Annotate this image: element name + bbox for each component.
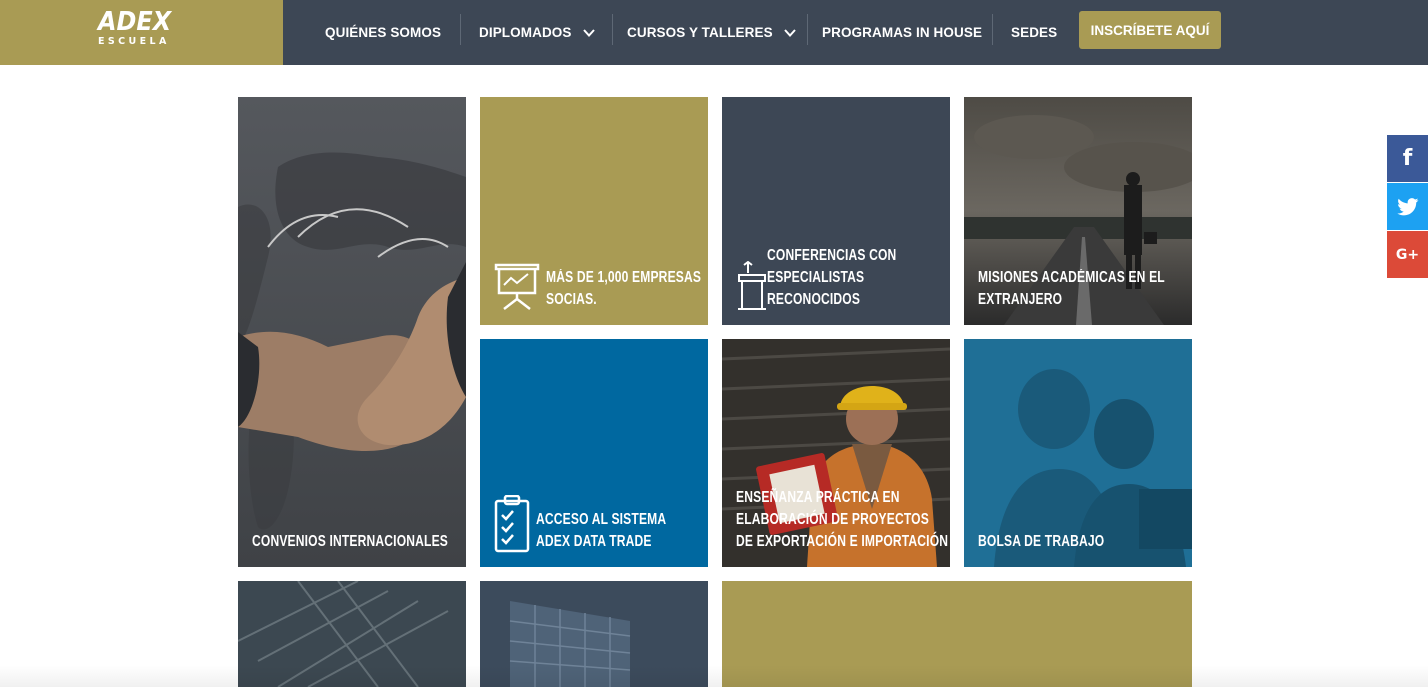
nav-divider <box>992 14 993 45</box>
presentation-board-icon <box>494 263 540 310</box>
nav-item-label: PROGRAMAS IN HOUSE <box>822 25 983 40</box>
facebook-share-button[interactable]: f <box>1387 135 1428 182</box>
tile-label: CONFERENCIAS CON ESPECIALISTAS RECONOCID… <box>767 247 897 308</box>
nav-divider <box>460 14 461 45</box>
tile-label: MÁS DE 1,000 EMPRESAS SOCIAS. <box>546 269 702 308</box>
chevron-down-icon <box>783 28 796 37</box>
nav-divider <box>807 14 808 45</box>
nav-item-label: SEDES <box>1011 25 1058 40</box>
logo-main-text: ADEX <box>98 7 172 37</box>
nav-item-label: QUIÉNES SOMOS <box>325 25 442 40</box>
podium-icon <box>738 261 766 310</box>
tile-building-interior[interactable] <box>238 581 466 687</box>
bottom-shadow <box>0 665 1428 687</box>
glass-building-image <box>238 581 466 687</box>
tile-convenios-internacionales[interactable]: CONVENIOS INTERNACIONALES <box>238 97 466 567</box>
tile-misiones-academicas[interactable]: MISIONES ACADÉMICAS EN EL EXTRANJERO <box>964 97 1192 325</box>
logo-box: ADEX ESCUELA <box>0 0 283 65</box>
twitter-bird-icon <box>1396 197 1418 215</box>
nav-item-diplomados[interactable]: DIPLOMADOS <box>479 0 596 65</box>
tile-label: ENSEÑANZA PRÁCTICA EN ELABORACIÓN DE PRO… <box>736 489 949 550</box>
facebook-icon: f <box>1402 146 1413 171</box>
tile-gold-banner[interactable] <box>722 581 1192 687</box>
chevron-down-icon <box>582 28 595 37</box>
tile-label: MISIONES ACADÉMICAS EN EL EXTRANJERO <box>978 269 1165 308</box>
tile-label: CONVENIOS INTERNACIONALES <box>252 533 449 550</box>
tile-ensenanza-practica[interactable]: ENSEÑANZA PRÁCTICA EN ELABORACIÓN DE PRO… <box>722 339 950 567</box>
inscribete-button[interactable]: INSCRÍBETE AQUÍ <box>1079 11 1221 49</box>
tile-adex-data-trade[interactable]: ACCESO AL SISTEMA ADEX DATA TRADE <box>480 339 708 567</box>
handshake-world-image <box>238 97 466 567</box>
site-header: ADEX ESCUELA QUIÉNES SOMOS DIPLOMADOS CU… <box>0 0 1428 65</box>
nav-item-cursos-talleres[interactable]: CURSOS Y TALLERES <box>627 0 797 65</box>
nav-divider <box>612 14 613 45</box>
googleplus-icon: G+ <box>1395 246 1420 263</box>
nav-item-label: DIPLOMADOS <box>479 25 572 40</box>
twitter-share-button[interactable] <box>1387 183 1428 230</box>
googleplus-share-button[interactable]: G+ <box>1387 231 1428 278</box>
office-building-image <box>480 581 708 687</box>
site-logo[interactable]: ADEX ESCUELA <box>98 7 178 48</box>
tile-label: ACCESO AL SISTEMA ADEX DATA TRADE <box>536 511 666 550</box>
tile-empresas-socias[interactable]: MÁS DE 1,000 EMPRESAS SOCIAS. <box>480 97 708 325</box>
tile-conferencias[interactable]: CONFERENCIAS CON ESPECIALISTAS RECONOCID… <box>722 97 950 325</box>
clipboard-checklist-icon <box>494 495 530 553</box>
tile-label: BOLSA DE TRABAJO <box>978 533 1105 550</box>
tile-bolsa-de-trabajo[interactable]: BOLSA DE TRABAJO <box>964 339 1192 567</box>
tile-building-exterior[interactable] <box>480 581 708 687</box>
nav-item-label: CURSOS Y TALLERES <box>627 25 773 40</box>
logo-sub-text: ESCUELA <box>98 36 170 47</box>
nav-item-quienes-somos[interactable]: QUIÉNES SOMOS <box>325 0 441 65</box>
nav-item-programas-in-house[interactable]: PROGRAMAS IN HOUSE <box>822 0 982 65</box>
nav-item-sedes[interactable]: SEDES <box>1011 0 1057 65</box>
